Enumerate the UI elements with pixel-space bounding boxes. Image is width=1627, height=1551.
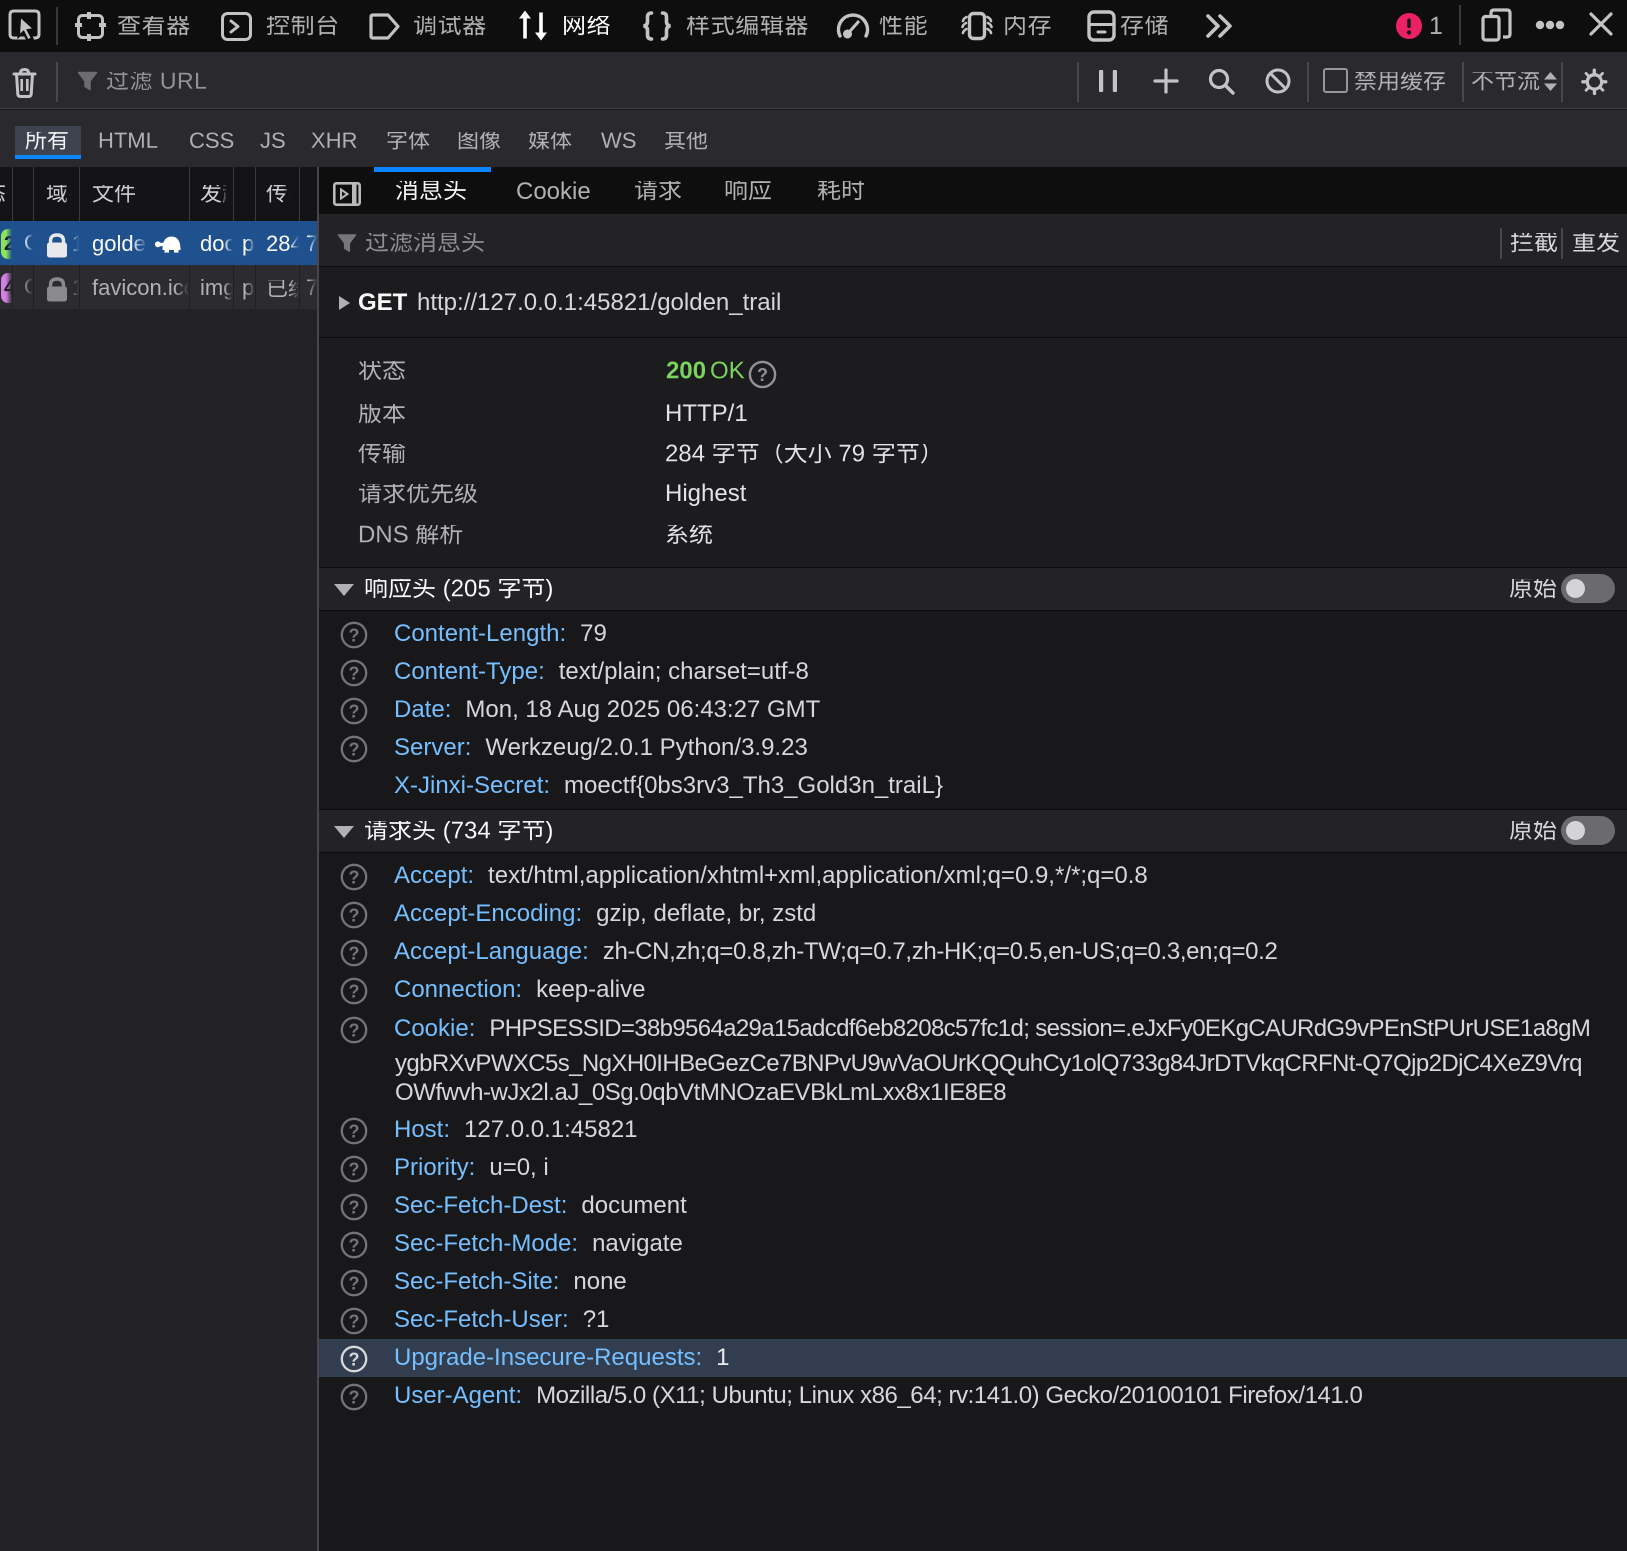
svg-text:?: ? [349,868,360,888]
svg-text:?: ? [349,626,360,646]
svg-text:?: ? [349,1122,360,1142]
svg-text:?: ? [349,1236,360,1256]
svg-text:?: ? [349,1388,360,1408]
svg-text:?: ? [349,664,360,684]
svg-text:?: ? [757,365,768,385]
svg-text:?: ? [349,1274,360,1294]
svg-text:?: ? [349,1198,360,1218]
svg-text:?: ? [349,906,360,926]
svg-text:?: ? [349,982,360,1002]
svg-text:?: ? [349,702,360,722]
svg-text:?: ? [349,1021,360,1041]
svg-text:?: ? [349,1160,360,1180]
svg-text:?: ? [349,1312,360,1332]
svg-text:?: ? [349,944,360,964]
svg-text:?: ? [349,1350,360,1370]
svg-text:?: ? [349,740,360,760]
